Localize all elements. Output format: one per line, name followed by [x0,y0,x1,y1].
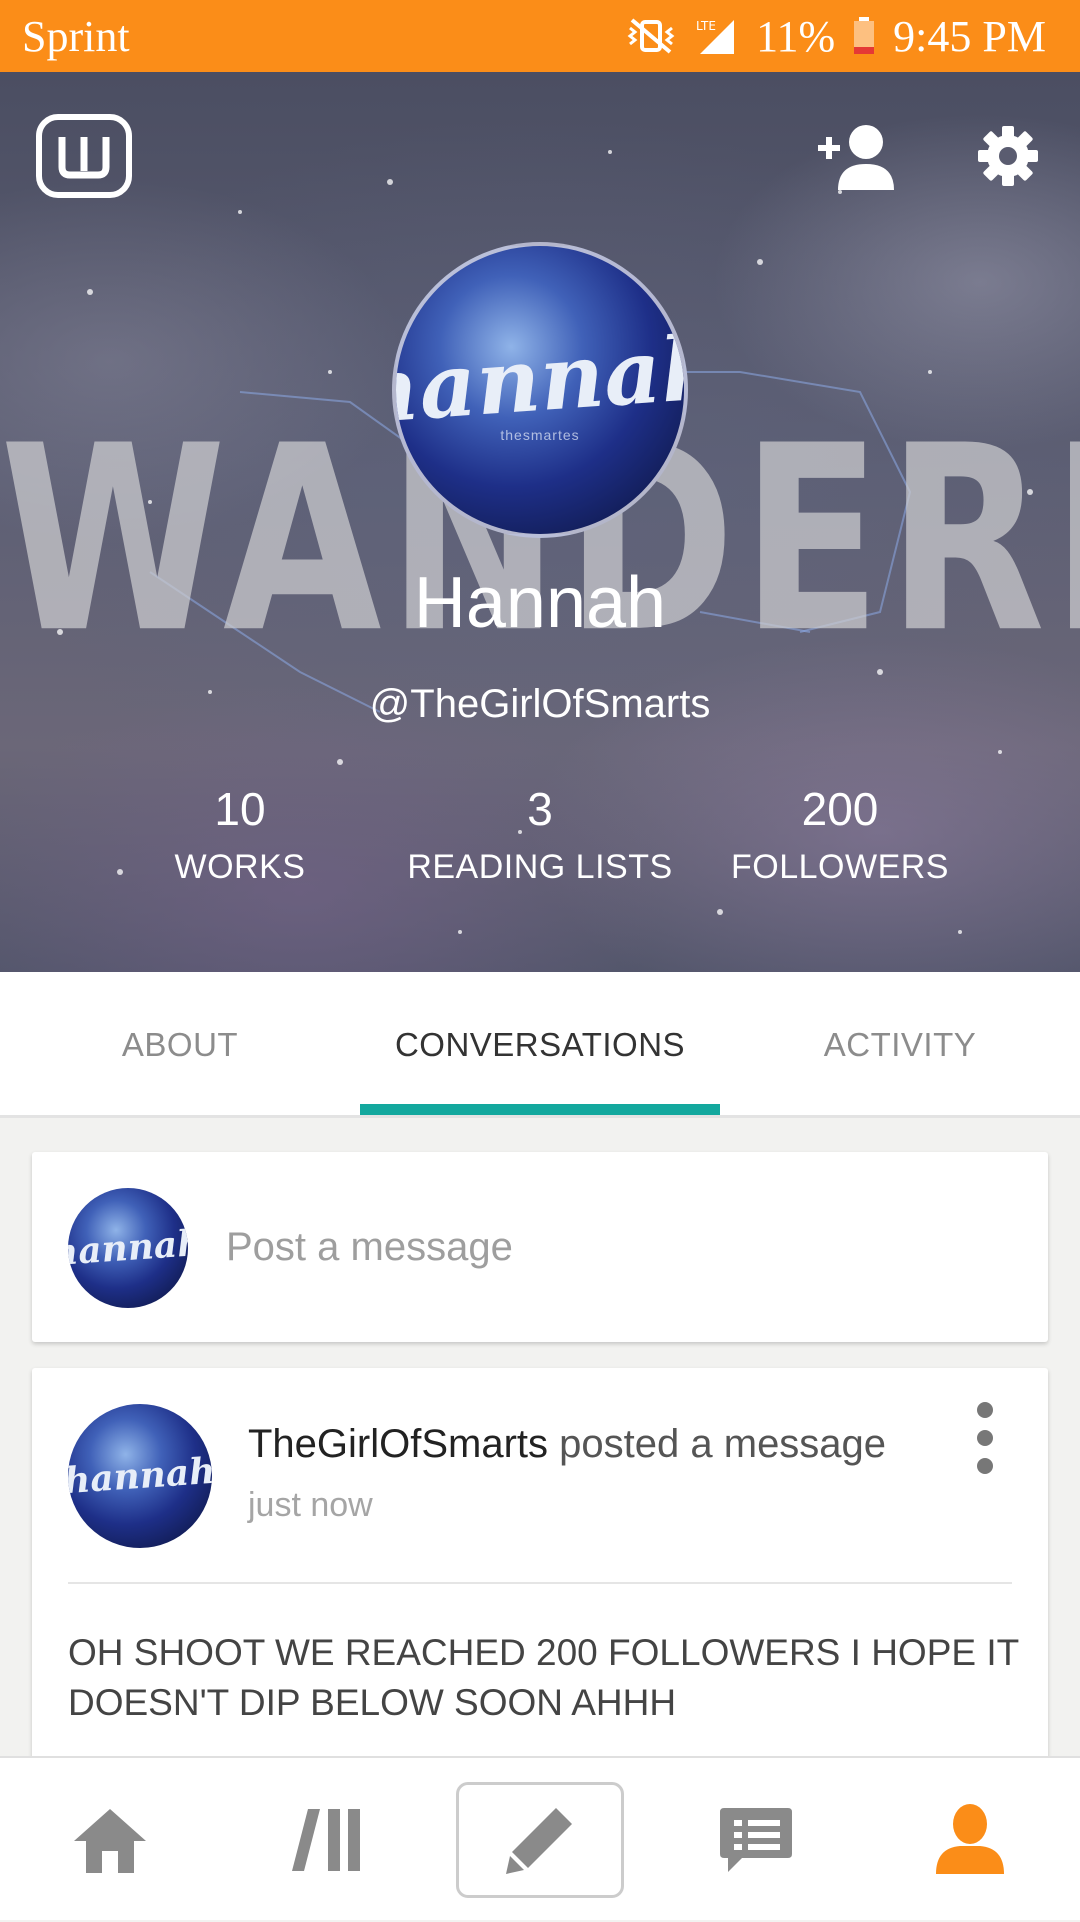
dot [977,1402,993,1418]
nav-library[interactable] [256,1758,396,1922]
stat-value: 3 [527,783,553,835]
profile-header: WANDERLUST hannah thesmartes Hannah @ [0,72,1080,972]
nav-messages[interactable] [686,1758,826,1922]
stat-label: FOLLOWERS [731,848,949,886]
profile-icon [936,1804,1004,1874]
more-options-icon[interactable] [970,1402,1000,1474]
message-timestamp: just now [248,1486,373,1524]
message-header: TheGirlOfSmarts posted a message [248,1422,886,1467]
stat-reading-lists[interactable]: 3 READING LISTS [380,782,700,887]
message-body: OH SHOOT WE REACHED 200 FOLLOWERS I HOPE… [68,1632,1019,1723]
post-message-card[interactable]: hannah Post a message [32,1152,1048,1342]
stat-followers[interactable]: 200 FOLLOWERS [720,782,960,887]
tab-activity[interactable]: ACTIVITY [720,972,1080,1118]
composer-avatar: hannah [68,1188,188,1308]
stat-value: 10 [214,783,266,835]
wattpad-w-icon [58,137,110,179]
profile-name: Hannah [413,563,667,643]
pencil-icon [506,1808,572,1874]
avatar-lettering: hannah [68,1449,212,1503]
profile-handle: @TheGirlOfSmarts [369,682,711,726]
wattpad-logo-button[interactable] [36,114,132,198]
active-tab-indicator [360,1104,720,1115]
avatar-lettering: hannah [392,314,688,444]
add-follower-icon[interactable] [816,122,900,192]
battery-percent: 11% [756,11,836,61]
library-icon [292,1809,360,1871]
dot [977,1430,993,1446]
post-message-input[interactable]: Post a message [226,1152,513,1342]
home-icon [74,1809,146,1873]
tab-about[interactable]: ABOUT [0,972,360,1118]
messages-icon [720,1808,792,1872]
stat-label: READING LISTS [407,848,673,886]
message-divider [68,1582,1012,1584]
stat-label: WORKS [174,848,306,886]
clock: 9:45 PM [893,11,1046,61]
status-icons: LTE 11% 9:45 PM [626,11,1046,62]
profile-tabs: ABOUT CONVERSATIONS ACTIVITY [0,972,1080,1118]
profile-avatar[interactable]: hannah thesmartes [392,242,688,538]
tab-conversations[interactable]: CONVERSATIONS [360,972,720,1118]
message-card: hannah TheGirlOfSmarts posted a message … [32,1368,1048,1768]
carrier-label: Sprint [22,11,130,61]
stat-value: 200 [801,783,879,835]
avatar-lettering: hannah [68,1221,188,1275]
nav-profile[interactable] [900,1758,1040,1922]
bottom-navigation [0,1756,1080,1920]
message-author-avatar[interactable]: hannah [68,1404,212,1548]
nav-write[interactable] [456,1782,624,1898]
nav-home[interactable] [40,1758,180,1922]
settings-gear-icon[interactable] [976,124,1040,188]
status-bar: Sprint LTE 11% 9:45 PM [0,0,1080,72]
lte-signal-icon: LTE [696,19,735,54]
vibrate-mute-icon [627,18,675,54]
svg-text:LTE: LTE [696,19,716,33]
stat-works[interactable]: 10 WORKS [120,782,360,887]
battery-icon [854,17,875,54]
dot [977,1458,993,1474]
message-username[interactable]: TheGirlOfSmarts [248,1422,548,1466]
message-action: posted a message [559,1422,887,1466]
